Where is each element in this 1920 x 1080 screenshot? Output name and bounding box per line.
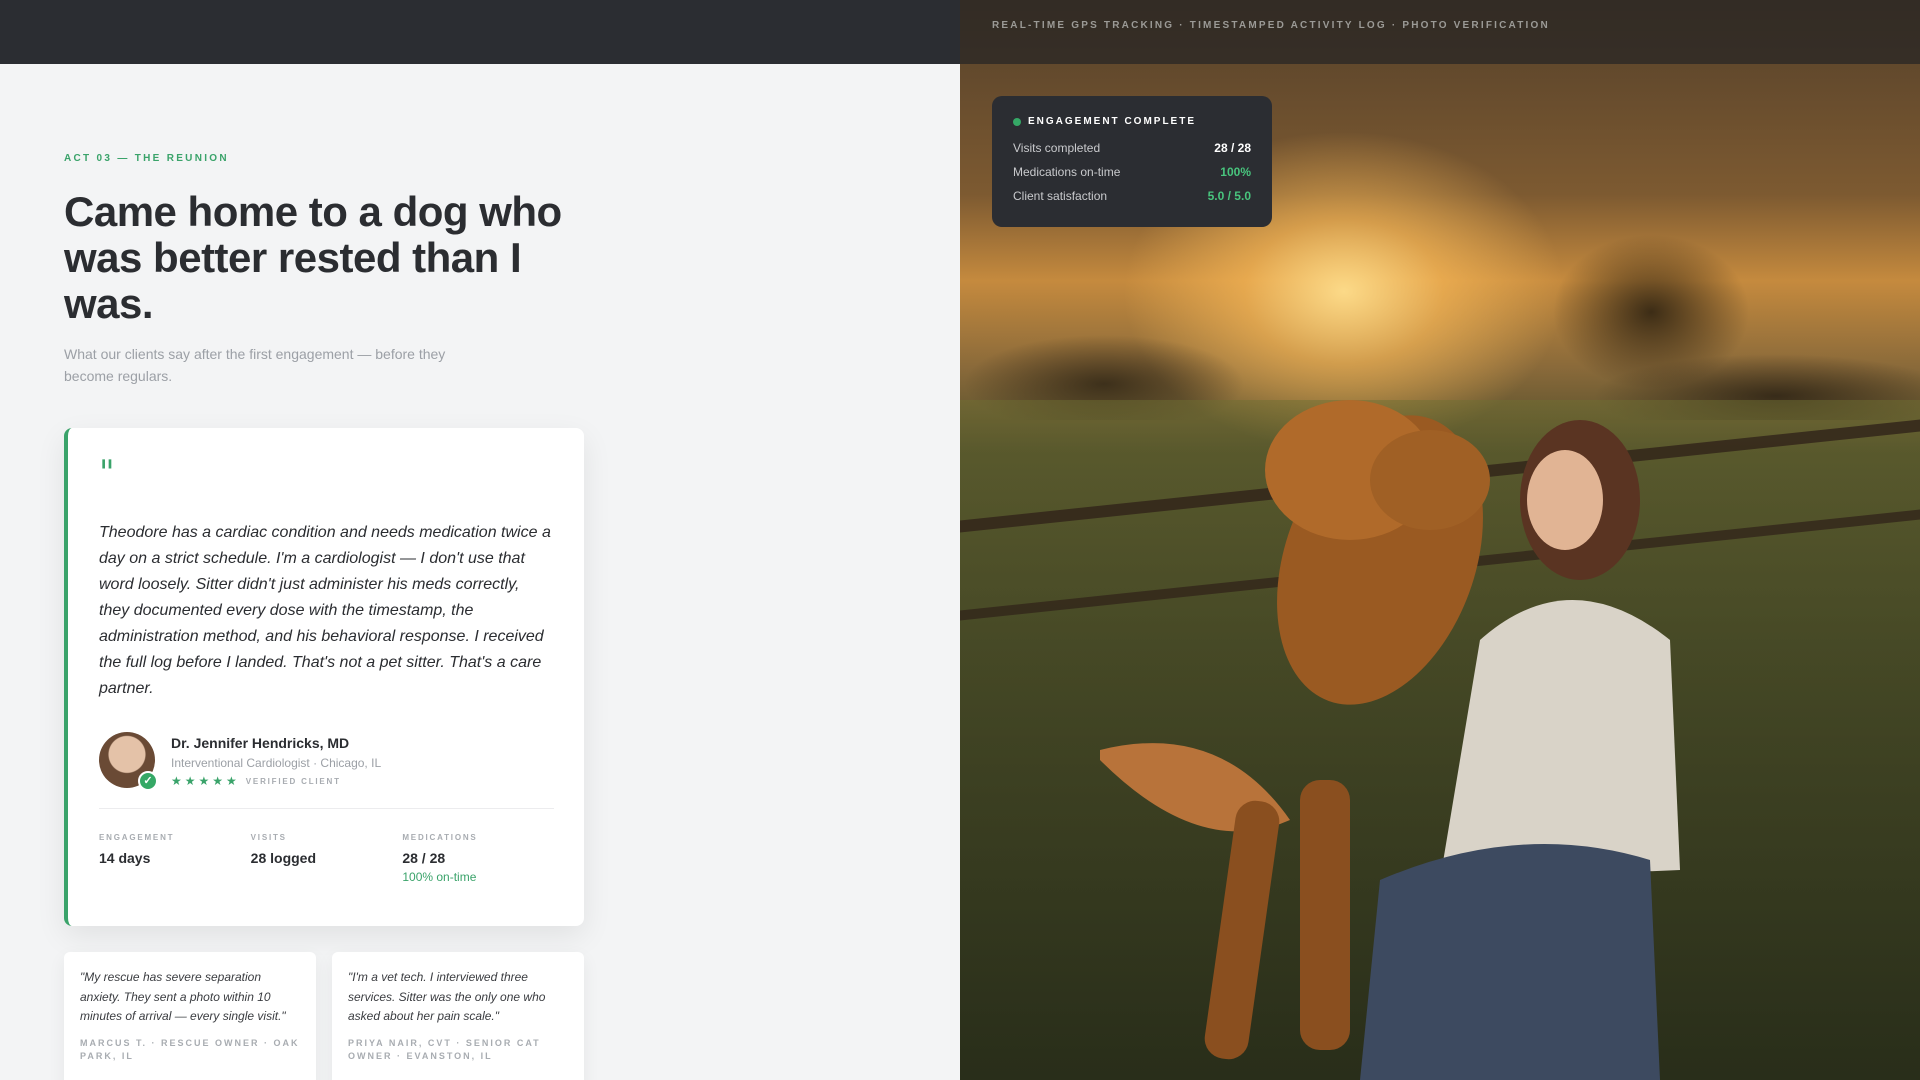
- stat-label: Visits completed: [1013, 141, 1101, 155]
- photo-top-band: [960, 0, 1920, 64]
- testimonial-quote: Theodore has a cardiac condition and nee…: [99, 524, 551, 697]
- rating: ★★★★★ VERIFIED CLIENT: [171, 774, 381, 788]
- feature-caption: REAL-TIME GPS TRACKING · TIMESTAMPED ACT…: [992, 20, 1550, 31]
- metric-label: VISITS: [250, 833, 287, 842]
- star-rating-icon: ★★★★★: [171, 774, 240, 788]
- mini-testimonial-quote: "I'm a vet tech. I interviewed three ser…: [348, 970, 546, 1023]
- stat-label: Medications on-time: [1013, 165, 1121, 179]
- divider: [99, 808, 554, 809]
- metric-value: 28 / 28: [402, 850, 446, 866]
- status-dot-icon: [1013, 117, 1021, 126]
- metric-label: ENGAGEMENT: [99, 833, 175, 842]
- author-role: Interventional Cardiologist · Chicago, I…: [171, 756, 382, 770]
- stat-value: 28 / 28: [1214, 141, 1251, 155]
- metric-medications: MEDICATIONS 28 / 28 100% on-time: [402, 833, 554, 884]
- verified-check-icon: ✓: [138, 771, 158, 791]
- top-bar: [0, 0, 960, 64]
- avatar: ✓: [99, 732, 158, 791]
- mini-testimonial-card: "I'm a vet tech. I interviewed three ser…: [332, 952, 584, 1080]
- stat-row: Client satisfaction 5.0 / 5.0: [1013, 189, 1251, 203]
- metric-visits: VISITS 28 logged: [251, 833, 403, 884]
- engagement-stats-card: ENGAGEMENT COMPLETE Visits completed 28 …: [992, 96, 1272, 227]
- page-headline: Came home to a dog who was better rested…: [64, 188, 562, 327]
- engagement-metrics: ENGAGEMENT 14 days VISITS 28 logged MEDI…: [99, 833, 554, 884]
- author-name: Dr. Jennifer Hendricks, MD: [171, 735, 350, 751]
- metric-engagement: ENGAGEMENT 14 days: [99, 833, 251, 884]
- stat-label: Client satisfaction: [1013, 189, 1108, 203]
- page-subtitle: What our clients say after the first eng…: [64, 346, 446, 384]
- stat-row: Visits completed 28 / 28: [1013, 141, 1251, 155]
- stat-row: Medications on-time 100%: [1013, 165, 1251, 179]
- metric-value: 14 days: [99, 850, 151, 866]
- mini-testimonial-card: "My rescue has severe separation anxiety…: [64, 952, 316, 1080]
- author-info: Dr. Jennifer Hendricks, MD Interventiona…: [171, 732, 381, 788]
- featured-testimonial-card: " Theodore has a cardiac condition and n…: [64, 428, 584, 926]
- stats-card-title: ENGAGEMENT COMPLETE: [1028, 116, 1197, 127]
- stat-value: 5.0 / 5.0: [1207, 189, 1251, 203]
- verified-label: VERIFIED CLIENT: [245, 776, 341, 786]
- metric-value: 28 logged: [250, 850, 317, 866]
- metric-sub: 100% on-time: [402, 870, 477, 884]
- metric-label: MEDICATIONS: [402, 833, 478, 842]
- quote-icon: ": [99, 453, 115, 493]
- section-eyebrow: ACT 03 — THE REUNION: [64, 153, 229, 164]
- mini-testimonial-attribution: MARCUS T. · RESCUE OWNER · OAK PARK, IL: [80, 1037, 300, 1061]
- stats-card-header: ENGAGEMENT COMPLETE: [1013, 116, 1251, 127]
- mini-testimonial-attribution: PRIYA NAIR, CVT · SENIOR CAT OWNER · EVA…: [348, 1037, 541, 1061]
- mini-testimonial-quote: "My rescue has severe separation anxiety…: [80, 970, 286, 1023]
- stat-value: 100%: [1220, 165, 1251, 179]
- testimonial-author: ✓ Dr. Jennifer Hendricks, MD Interventio…: [99, 732, 554, 791]
